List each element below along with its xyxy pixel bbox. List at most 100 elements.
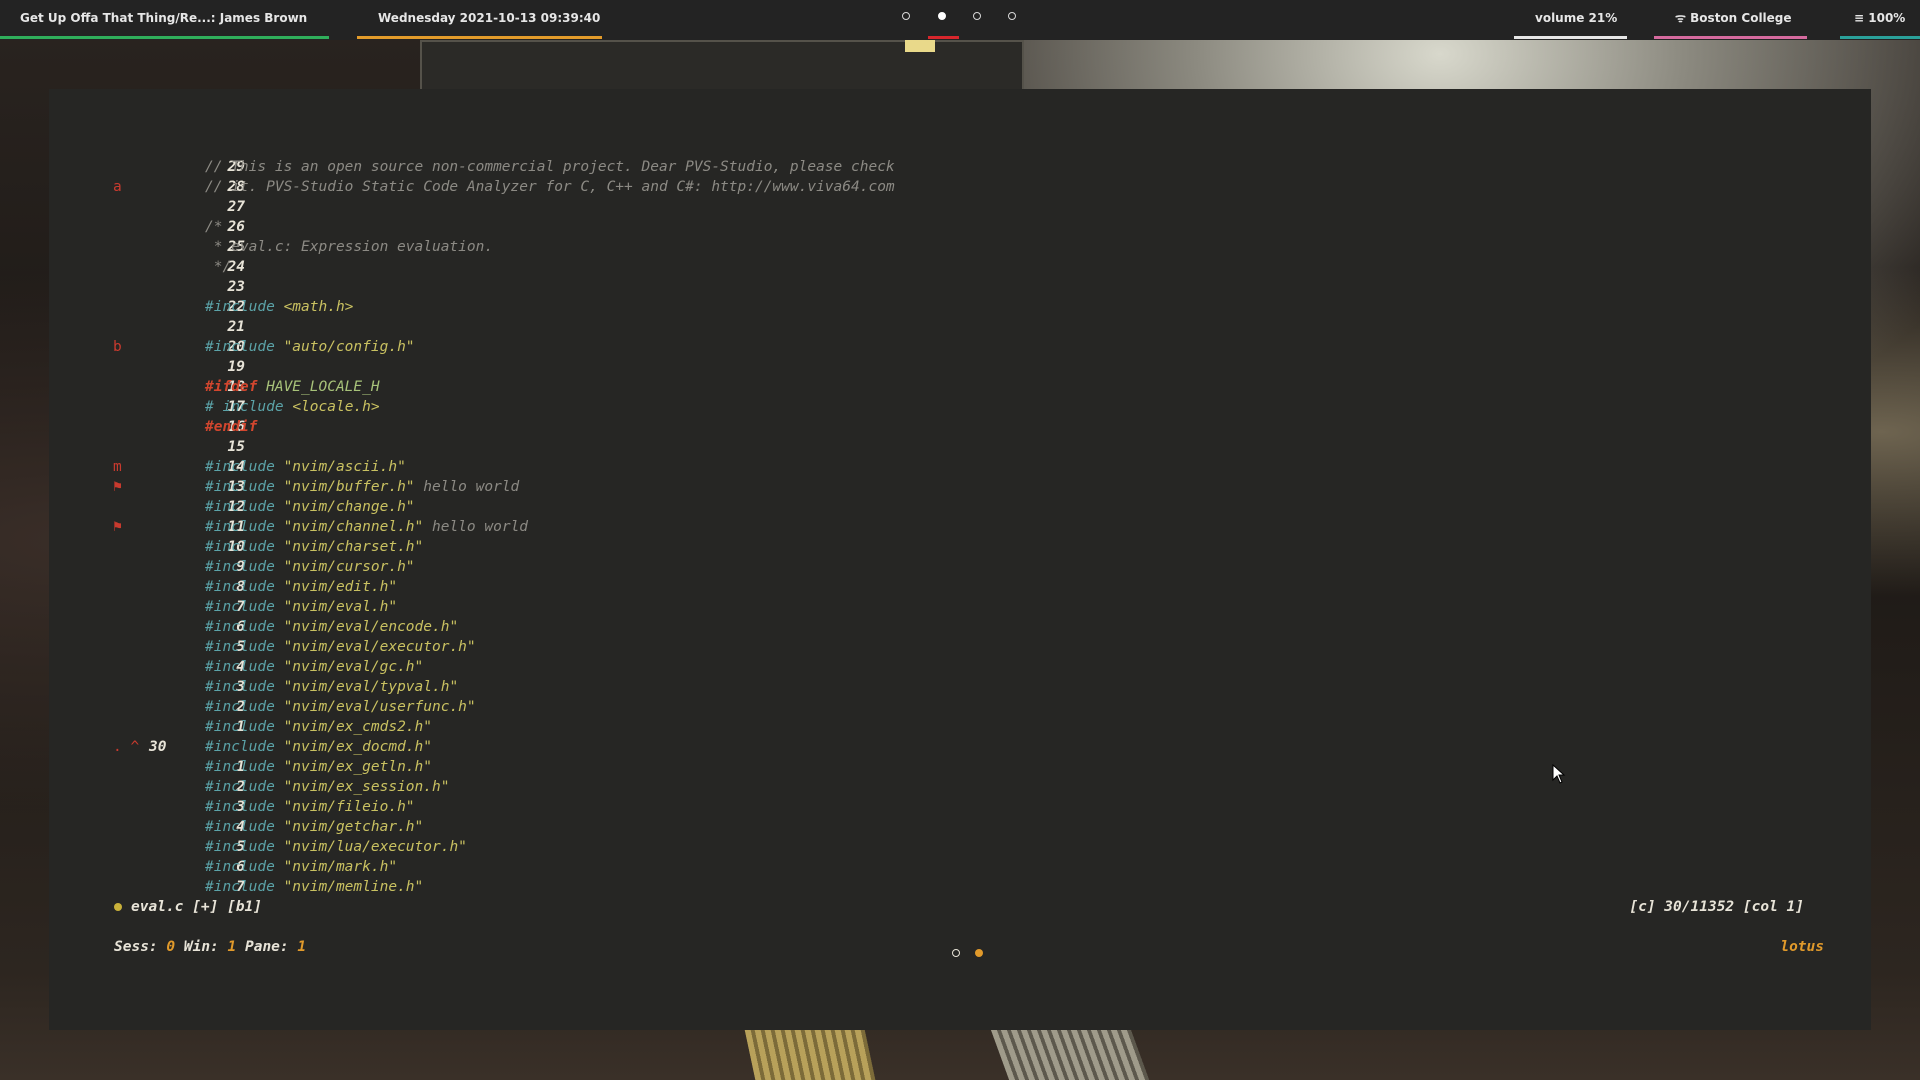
code-text: /* [205,217,222,237]
code-text: * eval.c: Expression evaluation. [205,237,493,257]
code-text: #include "nvim/eval/typval.h" [205,677,458,697]
code-token: "auto/config.h" [283,339,415,355]
code-token: <math.h> [283,299,354,315]
window-label: Win: [183,939,219,955]
code-token: // This is an open source non-commercial… [205,159,895,175]
gutter-mark: . ^ [113,739,140,755]
code-token: HAVE_LOCALE_H [266,379,380,395]
code-token: "nvim/charset.h" [283,539,424,555]
code-token: <locale.h> [292,399,380,415]
code-token: #include [205,819,284,835]
code-token: #include [205,759,284,775]
line-number: 23 [227,279,245,295]
code-text: #include "nvim/eval/userfunc.h" [205,697,476,717]
pane-value: 1 [297,939,307,955]
code-token: "nvim/lua/executor.h" [283,839,467,855]
code-token: #include [205,659,284,675]
code-text: #include "nvim/eval/gc.h" [205,657,423,677]
volume-indicator[interactable]: volume 21% [1535,0,1617,36]
code-token: hello world [414,479,520,495]
code-token: # include [205,399,293,415]
code-text: #include "nvim/channel.h" hello world [205,517,528,537]
tmux-hostname: lotus [1780,939,1824,955]
code-text: #include <math.h> [205,297,353,317]
code-token: "nvim/memline.h" [283,879,424,895]
tmux-session-info: Sess: 0 Win: 1 Pane: 1 [114,937,306,957]
code-text: #include "nvim/eval/encode.h" [205,617,458,637]
code-text: #include "nvim/ex_cmds2.h" [205,717,432,737]
workspace-1[interactable] [902,12,910,20]
wifi-indicator[interactable]: ᯤ Boston College [1675,0,1792,36]
wifi-network: Boston College [1690,11,1792,25]
code-token: "nvim/cursor.h" [283,559,415,575]
statusline-filename: eval.c [+] [b1] [131,899,262,915]
code-text: #include "nvim/charset.h" [205,537,423,557]
battery-underline [1840,36,1920,39]
code-token: * eval.c: Expression evaluation. [205,239,494,255]
code-text: #include "nvim/change.h" [205,497,415,517]
now-playing[interactable]: Get Up Offa That Thing/Re...: James Brow… [20,0,307,36]
code-text: #include "nvim/mark.h" [205,857,397,877]
code-token: "nvim/ascii.h" [283,459,406,475]
code-token: #include [205,699,284,715]
code-token: hello world [423,519,529,535]
code-text: #include "nvim/edit.h" [205,577,397,597]
code-token: #include [205,339,284,355]
mouse-cursor-icon [1552,764,1566,784]
code-token: "nvim/eval/executor.h" [283,639,476,655]
code-text: #include "nvim/ex_getln.h" [205,757,432,777]
active-workspace-underline [928,36,959,39]
tmux-statusline: Sess: 0 Win: 1 Pane: 1 lotus [114,937,1824,957]
battery-icon: ≡ [1854,11,1865,25]
code-token: /* [205,219,223,235]
status-bar: Get Up Offa That Thing/Re...: James Brow… [0,0,1920,40]
line-number: 15 [227,439,245,455]
datetime[interactable]: Wednesday 2021-10-13 09:39:40 [378,0,600,36]
code-text: #include "nvim/ex_docmd.h" [205,737,432,757]
code-token: #include [205,799,284,815]
code-token: #endif [205,419,258,435]
statusline-position: [c] 30/11352 [col 1] [1629,899,1804,915]
tmux-window-2-icon[interactable] [974,949,983,957]
terminal-window[interactable]: 29// This is an open source non-commerci… [49,89,1871,1030]
code-token: #include [205,839,284,855]
code-token: "nvim/eval/typval.h" [283,679,459,695]
code-token: #include [205,779,284,795]
code-token: #include [205,739,284,755]
gutter-mark: a [113,179,122,195]
battery-level: 100% [1868,11,1906,25]
code-text: // This is an open source non-commercial… [205,157,895,177]
gutter-mark: m [113,459,122,475]
gutter-mark: ⚑ [113,479,122,495]
line-number: 21 [227,319,245,335]
gutter-mark: b [113,339,122,355]
code-token: #include [205,579,284,595]
code-text: // it. PVS-Studio Static Code Analyzer f… [205,177,895,197]
wifi-icon: ᯤ [1675,11,1686,25]
code-token: #include [205,459,284,475]
battery-indicator[interactable]: ≡ 100% [1854,0,1905,36]
workspace-4[interactable] [1008,12,1016,20]
code-token: "nvim/eval/encode.h" [283,619,459,635]
code-token: "nvim/fileio.h" [283,799,415,815]
datetime-underline [357,36,602,39]
code-token: // it. PVS-Studio Static Code Analyzer f… [205,179,895,195]
code-token: */ [205,259,232,275]
code-text: #endif [205,417,257,437]
code-text: #include "nvim/eval.h" [205,597,397,617]
code-token: #include [205,559,284,575]
line-number: 26 [227,219,245,235]
code-text: #include "nvim/lua/executor.h" [205,837,467,857]
background-tactile-strip [744,1030,876,1080]
workspace-3[interactable] [973,12,981,20]
code-text: */ [205,257,231,277]
workspace-2[interactable] [938,12,946,20]
code-text: #include "nvim/buffer.h" hello world [205,477,519,497]
code-token: #include [205,639,284,655]
code-token: "nvim/change.h" [283,499,415,515]
code-token: #include [205,599,284,615]
code-text: #include "nvim/cursor.h" [205,557,415,577]
code-token: #include [205,499,284,515]
tmux-window-1-icon[interactable] [952,949,960,957]
code-text: #include "nvim/ascii.h" [205,457,406,477]
